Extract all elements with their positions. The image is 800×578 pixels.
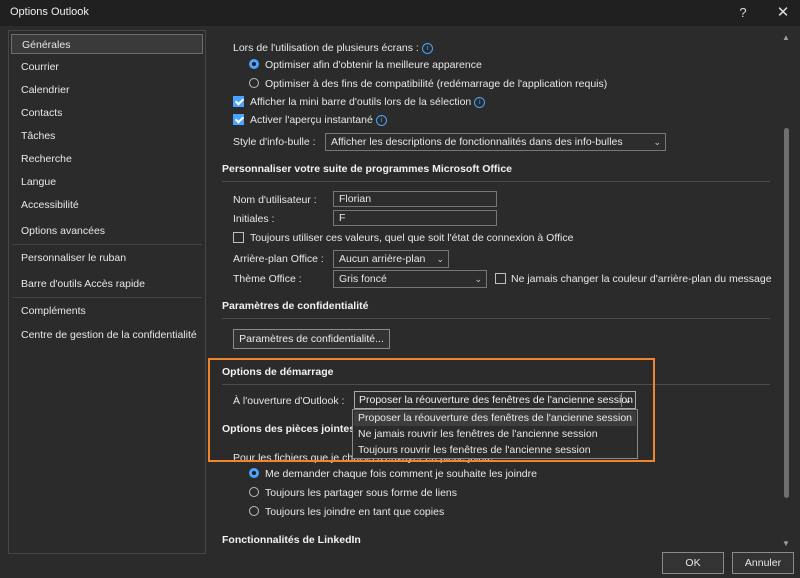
radio-share-links[interactable]: [249, 487, 259, 497]
sidebar-item-acces-rapide[interactable]: Barre d'outils Accès rapide: [11, 274, 203, 294]
radio-optimize-compat[interactable]: [249, 78, 259, 88]
tooltip-style-value: Afficher les descriptions de fonctionnal…: [331, 136, 623, 148]
sidebar-item-confidentialite[interactable]: Centre de gestion de la confidentialité: [11, 325, 203, 345]
theme-label: Thème Office :: [233, 273, 302, 285]
title-bar: Options Outlook ? ✕: [0, 0, 800, 26]
sidebar-item-generales[interactable]: Générales: [11, 34, 203, 54]
always-use-label: Toujours utiliser ces valeurs, quel que …: [250, 232, 574, 244]
checkbox-never-change-bg[interactable]: [495, 273, 506, 284]
radio-share-links-label: Toujours les partager sous forme de lien…: [265, 487, 458, 499]
section-attachments: Options des pièces jointes: [222, 423, 356, 435]
background-select[interactable]: Aucun arrière-plan ⌄: [333, 250, 449, 268]
privacy-settings-button[interactable]: Paramètres de confidentialité...: [233, 329, 390, 349]
checkbox-mini-toolbar[interactable]: [233, 96, 244, 107]
section-startup: Options de démarrage: [222, 366, 334, 378]
live-preview-text: Activer l'aperçu instantané: [250, 114, 373, 126]
help-button[interactable]: ?: [732, 3, 754, 23]
scrollbar[interactable]: ▲ ▼: [780, 30, 792, 554]
sidebar-item-calendrier[interactable]: Calendrier: [11, 80, 203, 100]
ok-button[interactable]: OK: [662, 552, 724, 574]
initials-label: Initiales :: [233, 213, 275, 225]
scroll-down-icon[interactable]: ▼: [782, 540, 790, 548]
info-icon: i: [474, 97, 486, 108]
multi-screen-label-text: Lors de l'utilisation de plusieurs écran…: [233, 42, 419, 54]
divider: [222, 181, 770, 182]
info-icon: i: [421, 43, 433, 54]
mini-toolbar-label: Afficher la mini barre d'outils lors de …: [250, 96, 486, 108]
startup-option[interactable]: Proposer la réouverture des fenêtres de …: [354, 411, 636, 426]
live-preview-label: Activer l'aperçu instantané i: [250, 114, 387, 126]
section-personalize: Personnaliser votre suite de programmes …: [222, 163, 513, 175]
sidebar-item-langue[interactable]: Langue: [11, 172, 203, 192]
startup-dropdown-list: Proposer la réouverture des fenêtres de …: [352, 409, 638, 459]
theme-value: Gris foncé: [339, 273, 387, 285]
chevron-down-icon: ⌄: [653, 137, 661, 147]
radio-attach-copies-label: Toujours les joindre en tant que copies: [265, 506, 445, 518]
background-label: Arrière-plan Office :: [233, 253, 324, 265]
sidebar-separator: [12, 244, 202, 245]
radio-optimize-appearance[interactable]: [249, 59, 259, 69]
divider: [222, 384, 770, 385]
checkbox-live-preview[interactable]: [233, 114, 244, 125]
window-title: Options Outlook: [10, 6, 89, 18]
chevron-down-icon: ⌄: [436, 254, 444, 264]
checkbox-always-use[interactable]: [233, 232, 244, 243]
startup-combobox[interactable]: Proposer la réouverture des fenêtres de …: [354, 391, 636, 409]
sidebar-item-options-avancees[interactable]: Options avancées: [11, 221, 203, 241]
sidebar: Générales Courrier Calendrier Contacts T…: [8, 30, 206, 554]
username-input[interactable]: Florian: [333, 191, 497, 207]
scroll-up-icon[interactable]: ▲: [782, 34, 790, 42]
sidebar-item-taches[interactable]: Tâches: [11, 126, 203, 146]
radio-ask[interactable]: [249, 468, 259, 478]
sidebar-item-contacts[interactable]: Contacts: [11, 103, 203, 123]
section-privacy: Paramètres de confidentialité: [222, 300, 369, 312]
sidebar-separator: [12, 297, 202, 298]
mini-toolbar-text: Afficher la mini barre d'outils lors de …: [250, 96, 472, 108]
startup-option[interactable]: Toujours rouvrir les fenêtres de l'ancie…: [354, 443, 636, 458]
sidebar-item-courrier[interactable]: Courrier: [11, 57, 203, 77]
radio-optimize-appearance-label: Optimiser afin d'obtenir la meilleure ap…: [265, 59, 482, 71]
multi-screen-label: Lors de l'utilisation de plusieurs écran…: [233, 42, 433, 54]
background-value: Aucun arrière-plan: [339, 253, 426, 265]
username-label: Nom d'utilisateur :: [233, 194, 317, 206]
startup-label: À l'ouverture d'Outlook :: [233, 395, 345, 407]
chevron-down-icon: ⌄: [474, 274, 482, 284]
sidebar-item-recherche[interactable]: Recherche: [11, 149, 203, 169]
tooltip-style-select[interactable]: Afficher les descriptions de fonctionnal…: [325, 133, 666, 151]
initials-input[interactable]: F: [333, 210, 497, 226]
theme-select[interactable]: Gris foncé ⌄: [333, 270, 487, 288]
sidebar-item-complements[interactable]: Compléments: [11, 301, 203, 321]
startup-combobox-value: Proposer la réouverture des fenêtres de …: [359, 394, 633, 406]
sidebar-item-ruban[interactable]: Personnaliser le ruban: [11, 248, 203, 268]
divider: [222, 318, 770, 319]
section-linkedin: Fonctionnalités de LinkedIn: [222, 534, 361, 546]
startup-option[interactable]: Ne jamais rouvrir les fenêtres de l'anci…: [354, 427, 636, 442]
radio-attach-copies[interactable]: [249, 506, 259, 516]
radio-optimize-compat-label: Optimiser à des fins de compatibilité (r…: [265, 78, 608, 90]
close-icon[interactable]: ✕: [772, 3, 794, 23]
info-icon: i: [375, 115, 387, 126]
cancel-button[interactable]: Annuler: [732, 552, 794, 574]
chevron-down-icon[interactable]: ⌄: [621, 393, 634, 407]
never-change-bg-label: Ne jamais changer la couleur d'arrière-p…: [511, 273, 772, 285]
radio-ask-label: Me demander chaque fois comment je souha…: [265, 468, 537, 480]
scroll-thumb[interactable]: [784, 128, 789, 498]
sidebar-item-accessibilite[interactable]: Accessibilité: [11, 195, 203, 215]
tooltip-style-label: Style d'info-bulle :: [233, 136, 316, 148]
